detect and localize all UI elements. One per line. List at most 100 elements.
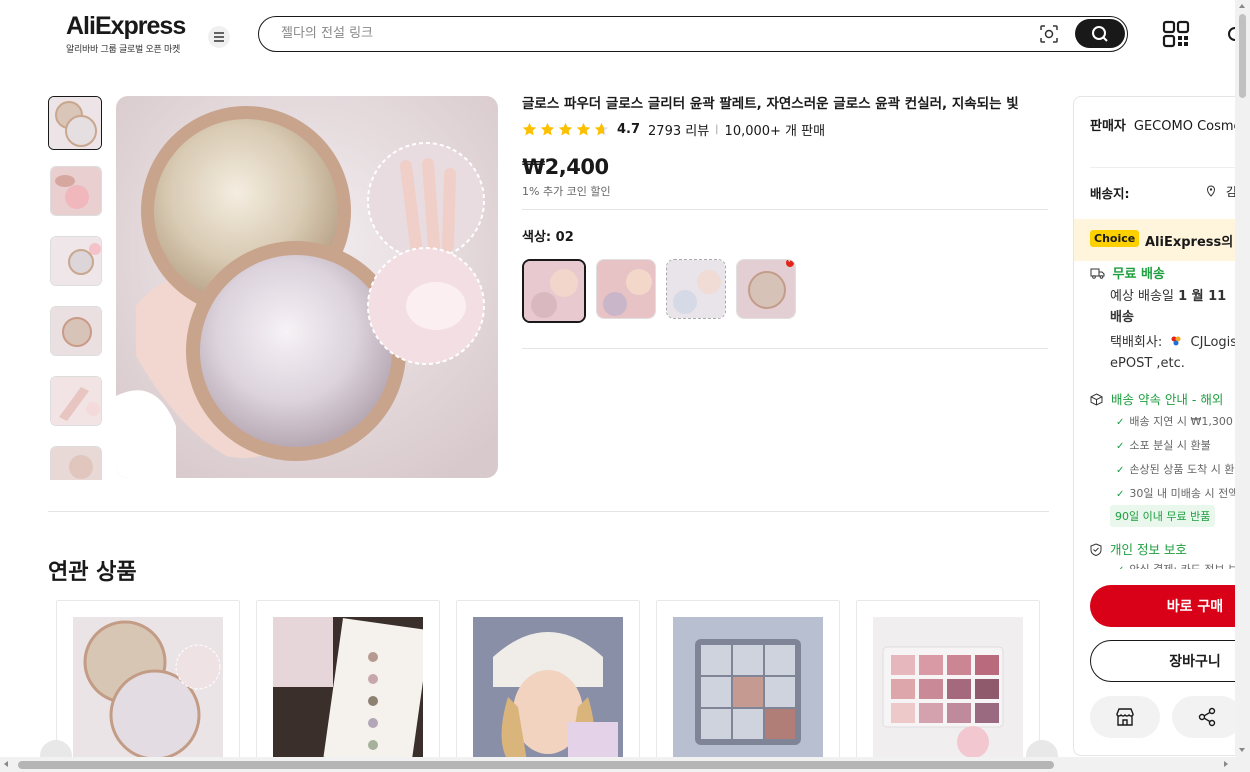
price: ₩2,400 [522, 155, 609, 179]
product-info: 글로스 파우더 글로스 글리터 윤곽 팔레트, 자연스러운 글로스 윤곽 컨실러… [522, 94, 1048, 349]
promise-item: 30일 내 미배송 시 전액 환불 [1116, 485, 1242, 501]
scroll-left-arrow-icon[interactable] [4, 761, 8, 767]
divider [522, 348, 1048, 349]
horizontal-scrollbar-thumb[interactable] [18, 761, 1054, 769]
scroll-up-arrow-icon[interactable] [1239, 4, 1245, 8]
thumbnail-6[interactable] [50, 446, 102, 480]
color-swatches [522, 259, 1048, 323]
search-input[interactable] [281, 17, 1021, 50]
courier-row: 택배회사: CJLogistics [1110, 332, 1242, 353]
rating-row: 4.7 2793 리뷰 | 10,000+ 개 판매 [522, 120, 1048, 139]
hamburger-icon [214, 32, 224, 42]
color-swatch-2[interactable] [596, 259, 656, 319]
search-bar [258, 16, 1128, 52]
buy-now-button[interactable]: 바로 구매 [1090, 585, 1242, 627]
seller-label: 판매자 [1090, 119, 1126, 134]
privacy-sub: 안심 결제: 카드 정보 보호 [1116, 561, 1242, 569]
choice-text: AliExpress의 약속 [1145, 235, 1242, 250]
choice-banner: Choice AliExpress의 약속 [1074, 219, 1242, 261]
store-button[interactable] [1090, 696, 1160, 738]
thumbnail-2[interactable] [50, 166, 102, 216]
related-product-image [273, 617, 423, 760]
thumbnail-4[interactable] [50, 306, 102, 356]
coin-discount: 1% 추가 코인 할인 [522, 185, 611, 198]
free-shipping: 무료 배송 [1090, 263, 1165, 282]
review-count[interactable]: 2793 리뷰 [648, 120, 709, 139]
choice-badge: Choice [1090, 230, 1140, 247]
shield-icon [1090, 543, 1102, 557]
thumbnail-list [48, 96, 104, 480]
free-return-badge: 90일 이내 무료 반품 [1110, 505, 1216, 527]
promise-item: 소포 분실 시 환불 [1116, 437, 1210, 453]
aliexpress-product-page: AliExpress 알리바바 그룹 글로벌 오픈 마켓 젤다의 전설 링크 글… [0, 0, 1250, 772]
qr-code-icon[interactable] [1162, 20, 1190, 48]
add-to-cart-button[interactable]: 장바구니 [1090, 640, 1242, 682]
ship-to-label: 배송지: [1090, 186, 1130, 201]
hot-fire-icon [786, 260, 794, 267]
privacy-protection[interactable]: 개인 정보 보호 [1090, 539, 1187, 558]
related-product-image [73, 617, 223, 760]
vertical-scrollbar[interactable] [1235, 0, 1250, 772]
thumbnail-5[interactable] [50, 376, 102, 426]
store-icon [1116, 708, 1134, 726]
product-title: 글로스 파우더 글로스 글리터 윤곽 팔레트, 자연스러운 글로스 윤곽 컨실러… [522, 96, 1019, 112]
scroll-right-arrow-icon[interactable] [1224, 761, 1228, 767]
related-product-card[interactable] [56, 600, 240, 760]
main-product-image[interactable] [116, 96, 498, 478]
search-button[interactable] [1075, 19, 1125, 48]
image-search-icon[interactable] [1039, 24, 1059, 44]
related-products-title: 연관 상품 [48, 560, 137, 585]
separator: | [715, 124, 719, 135]
thumbnail-1[interactable] [48, 96, 102, 150]
aliexpress-logo[interactable]: AliExpress 알리바바 그룹 글로벌 오픈 마켓 [66, 12, 186, 55]
related-product-card[interactable] [856, 600, 1040, 760]
color-swatch-3[interactable] [666, 259, 726, 319]
horizontal-scrollbar[interactable] [0, 757, 1235, 772]
related-product-card[interactable] [456, 600, 640, 760]
delivery-promise[interactable]: 배송 약속 안내 - 해외 [1090, 389, 1223, 408]
promise-title: 배송 약속 안내 - 해외 [1110, 392, 1224, 407]
eta-date: 1 월 11 [1178, 289, 1227, 304]
sold-count: 10,000+ 개 판매 [724, 124, 826, 139]
star-half-icon [594, 122, 609, 136]
courier-extra: ePOST ,etc. [1110, 356, 1185, 371]
color-swatch-4[interactable] [736, 259, 796, 319]
seller-row: 판매자 GECOMO Cosmetics [1090, 115, 1242, 134]
promise-item: 손상된 상품 도착 시 환불 [1116, 461, 1242, 477]
eta-row: 예상 배송일 1 월 11 [1110, 286, 1226, 307]
location-pin-icon [1206, 185, 1216, 197]
menu-button[interactable] [208, 26, 230, 48]
section-divider [48, 511, 1049, 512]
related-product-card[interactable] [256, 600, 440, 760]
free-shipping-label: 무료 배송 [1112, 267, 1165, 282]
divider [522, 209, 1048, 210]
star-icon [540, 122, 555, 136]
vertical-scrollbar-thumb[interactable] [1239, 14, 1246, 98]
promise-item: 배송 지연 시 ₩1,300 쿠폰 [1116, 413, 1242, 429]
purchase-panel: 판매자GECOMO Cosmetics 배송지: 김해 Choice AliEx… [1073, 96, 1243, 756]
star-icon [576, 122, 591, 136]
color-label: 색상: [522, 230, 552, 245]
scroll-down-arrow-icon[interactable] [1239, 748, 1245, 752]
thumbnail-3[interactable] [50, 236, 102, 286]
related-product-image [873, 617, 1023, 760]
language-icon[interactable] [1226, 24, 1235, 44]
share-icon [1198, 707, 1216, 727]
privacy-title: 개인 정보 보호 [1109, 542, 1187, 557]
color-selector-label: 색상: 02 [522, 226, 1048, 245]
related-product-image [473, 617, 623, 760]
rating-value: 4.7 [617, 122, 641, 137]
rating-stars [522, 122, 609, 137]
related-products-carousel [56, 600, 1056, 760]
logo-text: AliExpress [66, 12, 186, 40]
divider [1090, 167, 1242, 168]
related-product-card[interactable] [656, 600, 840, 760]
courier-label: 택배회사: [1110, 335, 1163, 350]
share-button[interactable] [1172, 696, 1242, 738]
seller-name[interactable]: GECOMO Cosmetics [1134, 119, 1242, 134]
color-swatch-1[interactable] [522, 259, 586, 323]
cj-logo-icon [1171, 336, 1181, 346]
star-icon [522, 122, 537, 136]
logo-subtitle: 알리바바 그룹 글로벌 오픈 마켓 [66, 45, 180, 55]
star-icon [558, 122, 573, 136]
